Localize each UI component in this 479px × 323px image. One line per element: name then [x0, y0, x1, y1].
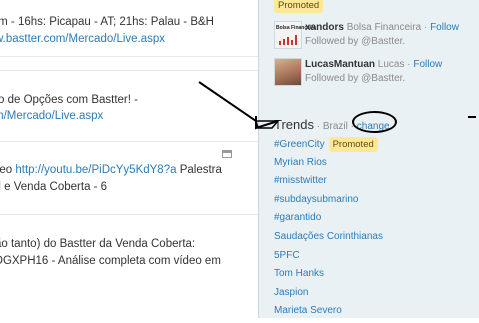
tweet-text: ão tanto) do Bastter da Venda Coberta: [0, 238, 196, 250]
follow-button[interactable]: Follow [430, 22, 459, 33]
trend-item[interactable]: #misstwitter [274, 174, 383, 193]
tweet-text: OGXPH16 - Análise completa com vídeo em [0, 255, 221, 267]
trend-label[interactable]: Saudações Corinthianas [274, 231, 383, 242]
tweet-item[interactable]: ão tanto) do Bastter da Venda Coberta: O… [0, 215, 258, 318]
suggestion-screen-name: Bolsa Financeira [346, 22, 422, 33]
tweet-link[interactable]: http://youtu.be/PiDcYy5KdY8?a [15, 164, 176, 176]
suggestion-name[interactable]: LucasMantuan [305, 59, 375, 70]
promoted-badge: Promoted [274, 0, 324, 13]
tweet-text: Palestra [176, 164, 222, 176]
follow-button[interactable]: Follow [413, 59, 442, 70]
tweet-text: ld e Venda Coberta - 6 [0, 181, 108, 193]
trend-item[interactable]: #garantido [274, 211, 383, 230]
suggestion-name[interactable]: xandors [305, 22, 344, 33]
tweet-text-line: deo http://youtu.be/PiDcYy5KdY8?a Palest… [0, 162, 222, 179]
tweet-item[interactable]: deo http://youtu.be/PiDcYy5KdY8?a Palest… [0, 141, 258, 215]
annotation-mark [468, 116, 476, 118]
tweet-text: com - 16hs: Picapau - AT; 21hs: Palau - … [0, 16, 214, 28]
followed-by-text: Followed by @Bastter. [305, 73, 406, 84]
avatar[interactable] [274, 58, 302, 86]
followed-by-text: Followed by @Bastter. [305, 36, 406, 47]
trend-label[interactable]: 5PFC [274, 250, 300, 261]
tweet-text: o de Opções com Bastter! - [0, 94, 138, 106]
trend-label[interactable]: #garantido [274, 212, 321, 223]
trends-location: · Brazil · [313, 121, 357, 132]
media-icon[interactable] [222, 150, 232, 158]
trend-item[interactable]: #subdaysubmarino [274, 193, 383, 212]
trend-label[interactable]: #misstwitter [274, 175, 327, 186]
separator: · [421, 22, 431, 33]
trends-list: #GreenCity Promoted Myrian Rios #misstwit… [274, 137, 383, 323]
promoted-badge: Promoted [328, 137, 378, 152]
trend-item[interactable]: Jaspion [274, 286, 383, 305]
trend-label[interactable]: #subdaysubmarino [274, 194, 359, 205]
suggestion-screen-name: Lucas [377, 59, 405, 70]
trend-item[interactable]: #GreenCity Promoted [274, 137, 383, 156]
trend-label[interactable]: Marieta Severo [274, 305, 342, 316]
trend-label[interactable]: Tom Hanks [274, 268, 324, 279]
trend-label[interactable]: Myrian Rios [274, 157, 327, 168]
tweet-item[interactable]: o de Opções com Bastter! - m/Mercado/Liv… [0, 70, 258, 142]
trend-item[interactable]: Marieta Severo [274, 304, 383, 323]
trend-item[interactable]: Myrian Rios [274, 156, 383, 175]
tweet-item[interactable]: com - 16hs: Picapau - AT; 21hs: Palau - … [0, 0, 258, 57]
chart-logo-icon [279, 35, 297, 45]
trend-item[interactable]: 5PFC [274, 249, 383, 268]
annotation-circle [352, 111, 397, 133]
trend-item[interactable]: Tom Hanks [274, 267, 383, 286]
timeline: com - 16hs: Picapau - AT; 21hs: Palau - … [0, 0, 258, 318]
trend-item[interactable]: Saudações Corinthianas [274, 230, 383, 249]
tweet-link[interactable]: w.bastter.com/Mercado/Live.aspx [0, 31, 165, 48]
trend-label[interactable]: Jaspion [274, 287, 308, 298]
trend-label[interactable]: #GreenCity [274, 139, 325, 150]
tweet-link[interactable]: m/Mercado/Live.aspx [0, 108, 103, 125]
avatar[interactable]: Bolsa Financeira [274, 21, 316, 49]
dashboard: Promoted Bolsa Financeira xandors Bolsa … [258, 0, 479, 318]
tweet-text: deo [0, 164, 13, 176]
trends-title: Trends [274, 117, 314, 132]
